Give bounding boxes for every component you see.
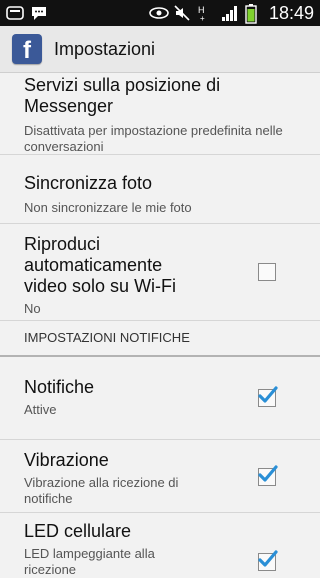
setting-notifications-title: Notifiche (24, 377, 95, 397)
setting-vibration[interactable]: Vibrazione Vibrazione alla ricezione di … (0, 440, 320, 513)
vibration-checkbox[interactable] (258, 465, 278, 486)
eye-icon (149, 4, 169, 22)
bbm-icon (6, 4, 24, 22)
setting-location[interactable]: Servizi sulla posizione di Messenger Dis… (0, 72, 320, 155)
setting-notifications[interactable]: Notifiche Attive (0, 357, 320, 440)
facebook-logo-icon[interactable]: f (12, 34, 42, 64)
setting-led-summary: LED lampeggiante alla ricezione (24, 546, 155, 577)
hplus-icon: H + (197, 4, 215, 23)
setting-location-title: Servizi sulla posizione di Messenger (24, 75, 221, 116)
svg-text:+: + (200, 14, 205, 22)
setting-led[interactable]: LED cellulare LED lampeggiante alla rice… (0, 513, 320, 577)
setting-photo-sync[interactable]: Sincronizza foto Non sincronizzare le mi… (0, 155, 320, 224)
autoplay-checkbox[interactable] (258, 263, 276, 281)
mute-icon (173, 4, 191, 22)
setting-autoplay-summary: No (24, 301, 41, 316)
notifications-checkbox[interactable] (258, 386, 278, 407)
setting-autoplay[interactable]: Riproduci automaticamente video solo su … (0, 224, 320, 321)
setting-autoplay-title: Riproduci automaticamente video solo su … (24, 234, 177, 296)
chat-icon (30, 4, 48, 22)
action-bar: f Impostazioni (0, 26, 320, 73)
clock: 18:49 (268, 3, 314, 23)
setting-location-summary: Disattivata per impostazione predefinita… (24, 123, 283, 154)
status-bar: H + 18:49 (0, 0, 320, 26)
battery-icon (245, 4, 263, 24)
setting-led-title: LED cellulare (24, 521, 132, 541)
settings-list: Servizi sulla posizione di Messenger Dis… (0, 72, 320, 577)
signal-icon (221, 4, 239, 22)
led-checkbox[interactable] (258, 550, 278, 571)
setting-vibration-summary: Vibrazione alla ricezione di notifiche (24, 475, 179, 506)
setting-photo-sync-summary: Non sincronizzare le mie foto (24, 200, 192, 215)
setting-vibration-title: Vibrazione (24, 450, 109, 470)
section-header-notifications: IMPOSTAZIONI NOTIFICHE (0, 321, 320, 357)
setting-photo-sync-title: Sincronizza foto (24, 173, 153, 193)
setting-notifications-summary: Attive (24, 402, 57, 417)
page-title: Impostazioni (54, 38, 156, 59)
